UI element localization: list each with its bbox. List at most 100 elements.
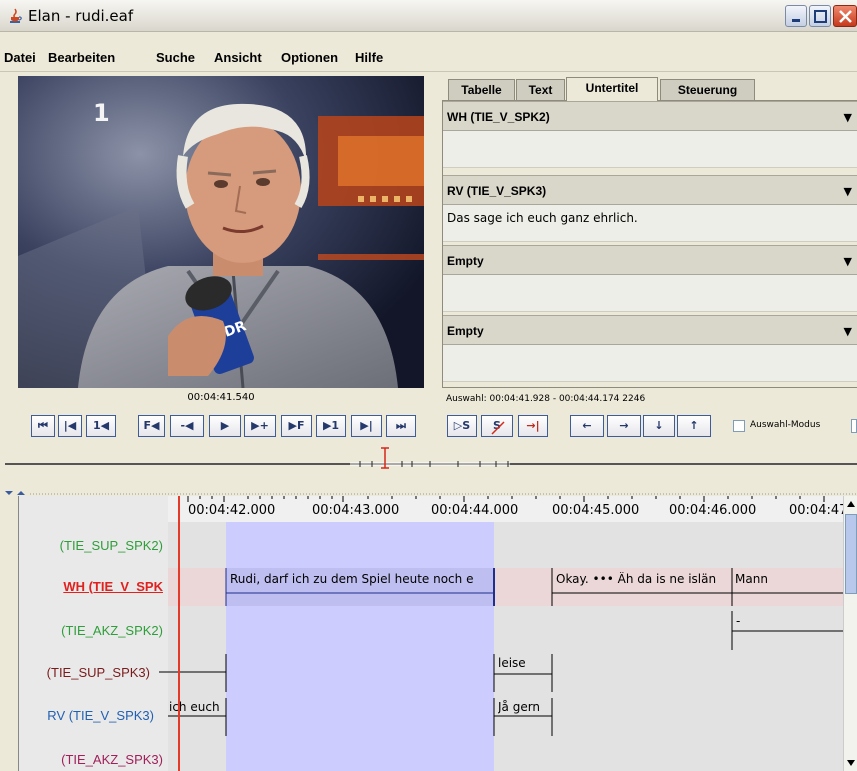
move-up-button[interactable]: ↑ [677,415,711,437]
menu-suche[interactable]: Suche [156,50,195,65]
go-to-begin-button[interactable]: ⏮ [31,415,55,437]
menu-optionen[interactable]: Optionen [281,50,338,65]
move-left-button[interactable]: ← [570,415,604,437]
arrow-down-icon: ↓ [654,419,664,432]
subtitle-text-area [443,131,857,168]
clear-selection-icon: S [491,419,505,435]
tab-untertitel[interactable]: Untertitel [566,77,658,101]
maximize-icon [814,10,827,23]
go-to-end-button[interactable]: ⏭ [386,415,416,437]
play-selection-button[interactable]: ▷S [447,415,477,437]
subtitle-tier-name: WH (TIE_V_SPK2) [447,110,550,124]
arrow-left-icon: ← [582,419,592,432]
maximize-button[interactable] [809,5,831,27]
subtitle-text: Das sage ich euch ganz ehrlich. [447,211,638,225]
annotation[interactable]: leise [498,656,526,670]
crosshair-cursor [178,496,180,771]
selection-mode-label: Auswahl-Modus [750,420,821,430]
subtitle-tier-select[interactable]: Empty ▼ [443,245,857,275]
go-to-selection-icon: →| [526,419,540,432]
go-to-begin-icon: ⏮ [38,419,48,432]
subtitle-tier-select[interactable]: Empty ▼ [443,315,857,345]
selection-info: Auswahl: 00:04:41.928 - 00:04:44.174 224… [446,394,646,404]
dropdown-arrow-icon: ▼ [843,325,852,338]
scroll-up-icon[interactable] [844,496,857,512]
next-second-icon: ▶1 [322,419,340,432]
media-time-display: 00:04:41.540 [187,392,255,403]
annotation-timeline[interactable]: 00:04:42.000 00:04:43.000 00:04:44.000 0… [18,496,843,771]
subtitle-text-area [443,275,857,312]
next-second-button[interactable]: ▶1 [316,415,346,437]
dropdown-arrow-icon: ▼ [843,185,852,198]
play-icon: ▶ [220,419,230,432]
video-frame: WDR 1 [18,76,424,388]
channel-logo: 1 [93,99,110,127]
move-right-button[interactable]: → [607,415,641,437]
selection-mode-checkbox[interactable] [733,420,745,432]
overview-annotation-marks [350,461,510,467]
previous-frame-icon: |◀ [63,419,77,432]
menu-ansicht[interactable]: Ansicht [214,50,262,65]
dropdown-arrow-icon: ▼ [843,111,852,124]
previous-second-icon: 1◀ [92,419,110,432]
tab-tabelle[interactable]: Tabelle [448,79,515,101]
title-bar: Elan - rudi.eaf [0,0,857,32]
subtitle-tier-name: RV (TIE_V_SPK3) [447,184,547,198]
annotation[interactable]: Rudi, darf ich zu dem Spiel heute noch e [230,572,492,586]
menu-hilfe[interactable]: Hilfe [355,50,383,65]
java-app-icon [10,8,22,23]
subtitle-tier-select[interactable]: RV (TIE_V_SPK3) ▼ [443,175,857,205]
step-forward-icon: ▶+ [251,419,269,432]
subtitle-text-area: Das sage ich euch ganz ehrlich. [443,205,857,242]
subtitle-tier-name: Empty [447,254,484,268]
window-title: Elan - rudi.eaf [28,7,134,25]
step-forward-button[interactable]: ▶+ [244,415,276,437]
subtitle-tier-name: Empty [447,324,484,338]
frame-forward-button[interactable]: ▶F [281,415,312,437]
timeline-vertical-scrollbar[interactable] [843,496,857,771]
go-to-selection-button[interactable]: →| [518,415,548,437]
annotation[interactable]: Okay. ••• Äh da is ne islän [556,572,730,586]
strike-icon [491,421,505,435]
step-back-icon: -◀ [180,419,194,432]
tab-steuerung[interactable]: Steuerung [660,79,755,101]
step-back-button[interactable]: -◀ [170,415,204,437]
menu-datei[interactable]: Datei [4,50,36,65]
annotation[interactable]: Jå gern [498,700,540,714]
menu-bar: Datei Bearbeiten Suche Ansicht Optionen … [0,32,857,72]
tab-text[interactable]: Text [516,79,565,101]
minimize-icon [792,19,800,22]
clear-selection-button[interactable]: S [481,415,513,437]
previous-second-button[interactable]: 1◀ [86,415,116,437]
close-button[interactable] [833,5,857,27]
elan-window: Elan - rudi.eaf Datei Bearbeiten Suche A… [0,0,857,771]
dropdown-arrow-icon: ▼ [843,255,852,268]
annotation-boundaries [159,568,843,736]
annotation[interactable]: ich euch [169,700,220,714]
menu-bearbeiten[interactable]: Bearbeiten [48,50,115,65]
annotation[interactable]: - [736,614,740,628]
play-button[interactable]: ▶ [209,415,241,437]
minimize-button[interactable] [785,5,807,27]
annotation[interactable]: Mann [735,572,768,586]
close-icon [839,10,852,23]
go-to-end-icon: ⏭ [396,419,406,432]
frame-forward-icon: ▶F [288,419,305,432]
subtitle-panel: WH (TIE_V_SPK2) ▼ RV (TIE_V_SPK3) ▼ Das … [442,100,857,388]
frame-back-icon: F◀ [143,419,160,432]
overview-cursor-icon[interactable] [380,447,390,469]
panel-splitter[interactable] [0,484,857,495]
previous-frame-button[interactable]: |◀ [58,415,82,437]
next-frame-icon: ▶| [360,419,373,432]
loop-mode-checkbox[interactable] [851,419,857,433]
move-down-button[interactable]: ↓ [643,415,675,437]
frame-back-button[interactable]: F◀ [138,415,165,437]
timeline-overview[interactable] [0,459,857,469]
subtitle-tier-select[interactable]: WH (TIE_V_SPK2) ▼ [443,101,857,131]
next-frame-button[interactable]: ▶| [351,415,382,437]
arrow-up-icon: ↑ [689,419,699,432]
scroll-down-icon[interactable] [844,755,857,771]
play-selection-icon: ▷S [453,419,471,432]
video-viewer[interactable]: WDR 1 [18,76,424,388]
scroll-thumb[interactable] [845,514,857,594]
